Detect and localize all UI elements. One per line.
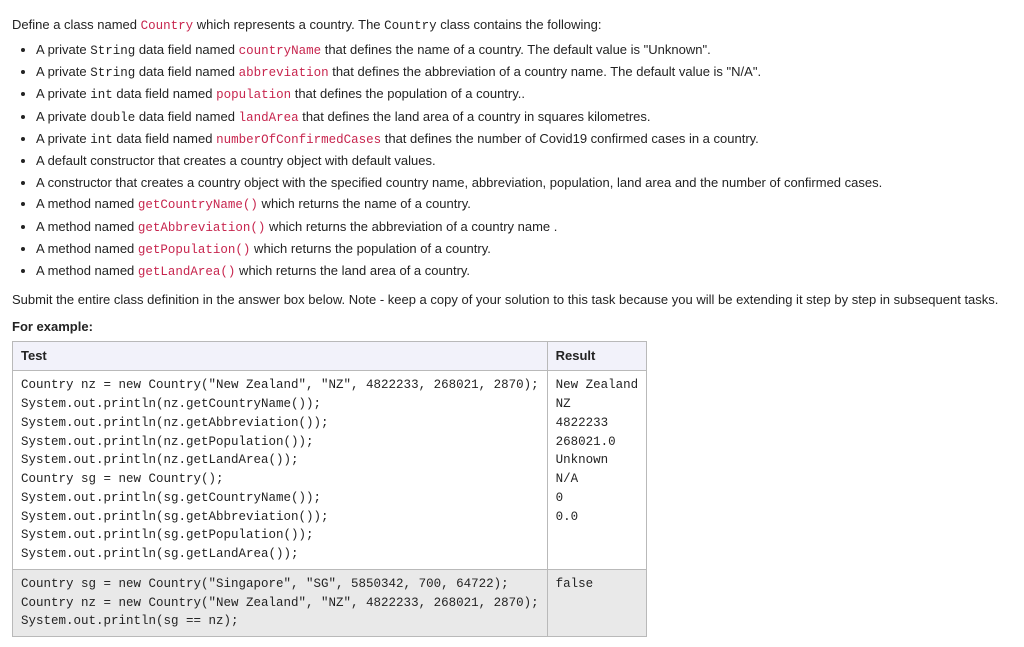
list-item: A constructor that creates a country obj… [36, 174, 1012, 193]
text: A method named [36, 219, 138, 234]
table-header-row: Test Result [13, 341, 647, 371]
intro-suffix: class contains the following: [437, 17, 602, 32]
result-cell: false [547, 569, 647, 636]
text: which returns the abbreviation of a coun… [265, 219, 557, 234]
example-table: Test Result Country nz = new Country("Ne… [12, 341, 647, 638]
for-example-label: For example: [12, 318, 1012, 337]
list-item: A method named getCountryName() which re… [36, 195, 1012, 214]
text: data field named [113, 131, 216, 146]
mono: String [90, 66, 135, 80]
mono: int [90, 88, 113, 102]
keyword: getCountryName() [138, 198, 258, 212]
text: that defines the population of a country… [291, 86, 525, 101]
text: data field named [135, 109, 238, 124]
text: which returns the name of a country. [258, 196, 471, 211]
text: A private [36, 64, 90, 79]
list-item: A private double data field named landAr… [36, 108, 1012, 127]
text: A method named [36, 241, 138, 256]
text: data field named [113, 86, 216, 101]
text: A default constructor that creates a cou… [36, 153, 436, 168]
keyword: abbreviation [239, 66, 329, 80]
text: A constructor that creates a country obj… [36, 175, 882, 190]
list-item: A method named getLandArea() which retur… [36, 262, 1012, 281]
list-item: A private String data field named countr… [36, 41, 1012, 60]
text: which returns the land area of a country… [235, 263, 470, 278]
list-item: A private int data field named populatio… [36, 85, 1012, 104]
keyword: getPopulation() [138, 243, 251, 257]
text: that defines the number of Covid19 confi… [381, 131, 759, 146]
keyword: countryName [239, 44, 322, 58]
mono: double [90, 111, 135, 125]
keyword: getAbbreviation() [138, 221, 266, 235]
list-item: A private int data field named numberOfC… [36, 130, 1012, 149]
text: which returns the population of a countr… [250, 241, 490, 256]
table-row: Country sg = new Country("Singapore", "S… [13, 569, 647, 636]
keyword: landArea [239, 111, 299, 125]
test-cell: Country sg = new Country("Singapore", "S… [13, 569, 548, 636]
text: A private [36, 42, 90, 57]
mono: int [90, 133, 113, 147]
text: that defines the abbreviation of a count… [329, 64, 761, 79]
text: A private [36, 86, 90, 101]
list-item: A method named getPopulation() which ret… [36, 240, 1012, 259]
text: data field named [135, 64, 238, 79]
text: that defines the land area of a country … [299, 109, 651, 124]
keyword: numberOfConfirmedCases [216, 133, 381, 147]
intro-classname-mono: Country [384, 19, 437, 33]
header-test: Test [13, 341, 548, 371]
text: that defines the name of a country. The … [321, 42, 711, 57]
list-item: A method named getAbbreviation() which r… [36, 218, 1012, 237]
text: A method named [36, 263, 138, 278]
table-row: Country nz = new Country("New Zealand", … [13, 371, 647, 570]
test-cell: Country nz = new Country("New Zealand", … [13, 371, 548, 570]
text: A private [36, 131, 90, 146]
keyword: population [216, 88, 291, 102]
mono: String [90, 44, 135, 58]
list-item: A default constructor that creates a cou… [36, 152, 1012, 171]
text: A method named [36, 196, 138, 211]
intro-classname: Country [141, 19, 194, 33]
intro-middle: which represents a country. The [193, 17, 384, 32]
text: A private [36, 109, 90, 124]
text: data field named [135, 42, 238, 57]
keyword: getLandArea() [138, 265, 236, 279]
submit-note: Submit the entire class definition in th… [12, 291, 1012, 310]
list-item: A private String data field named abbrev… [36, 63, 1012, 82]
spec-list: A private String data field named countr… [12, 41, 1012, 281]
intro-paragraph: Define a class named Country which repre… [12, 16, 1012, 35]
header-result: Result [547, 341, 647, 371]
intro-prefix: Define a class named [12, 17, 141, 32]
result-cell: New Zealand NZ 4822233 268021.0 Unknown … [547, 371, 647, 570]
